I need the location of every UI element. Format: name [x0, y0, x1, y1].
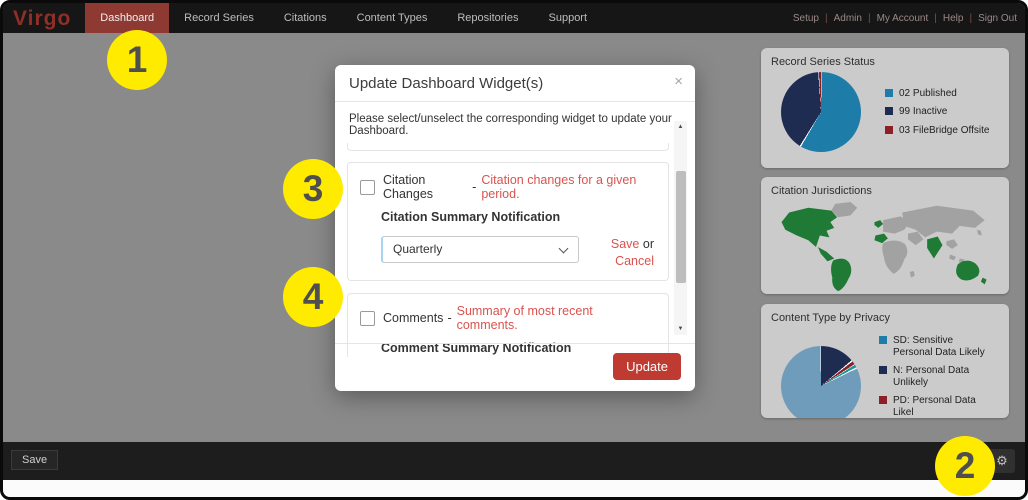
panel-title: Record Series Status — [771, 56, 999, 68]
update-dashboard-widgets-modal: Update Dashboard Widget(s) × Please sele… — [335, 65, 695, 391]
annotation-badge-2: 2 — [935, 436, 995, 496]
nav-item-label: Citations — [284, 12, 327, 24]
panel-citation-jurisdictions: Citation Jurisdictions — [761, 177, 1009, 294]
modal-footer: Update — [335, 343, 695, 391]
partial-widget-card-top — [347, 143, 669, 151]
legend-label: 99 Inactive — [899, 106, 947, 118]
modal-intro-text: Please select/unselect the corresponding… — [335, 102, 695, 143]
nav-item-label: Record Series — [184, 12, 254, 24]
content-type-privacy-pie-chart — [781, 346, 861, 418]
nav-item-label: Support — [549, 12, 588, 24]
legend-item: N: Personal Data Unlikely — [879, 365, 989, 388]
update-button[interactable]: Update — [613, 353, 681, 380]
link-separator: | — [969, 13, 972, 24]
legend-item: SD: Sensitive Personal Data Likely — [879, 335, 989, 358]
legend-label: PD: Personal Data Likel — [893, 395, 989, 418]
legend-item: PD: Personal Data Likel — [879, 395, 989, 418]
world-map-chart — [771, 201, 999, 293]
legend-swatch-n — [879, 366, 887, 374]
widget-name: Comments — [383, 311, 443, 325]
selected-option: Quarterly — [393, 242, 442, 256]
nav-item-label: Repositories — [457, 12, 518, 24]
link-my-account[interactable]: My Account — [877, 13, 929, 24]
legend-swatch-pd — [879, 396, 887, 404]
record-series-status-pie-chart — [781, 72, 861, 152]
nav-item-content-types[interactable]: Content Types — [342, 3, 443, 33]
close-icon[interactable]: × — [674, 73, 683, 90]
pie-legend: 02 Published 99 Inactive 03 FileBridge O… — [885, 81, 989, 144]
dash: - — [447, 311, 451, 325]
widget-description: Citation changes for a given period. — [481, 173, 656, 201]
legend-label: 02 Published — [899, 88, 957, 100]
link-help[interactable]: Help — [943, 13, 964, 24]
brand-logo: Virgo — [3, 5, 85, 31]
bottom-toolbar: Save ⚙ — [3, 442, 1025, 480]
annotation-badge-3: 3 — [283, 159, 343, 219]
legend-swatch-sd — [879, 336, 887, 344]
widget-scroll-area: Citation Changes - Citation changes for … — [347, 143, 669, 357]
nav-item-repositories[interactable]: Repositories — [442, 3, 533, 33]
legend-item: 99 Inactive — [885, 106, 989, 118]
annotation-badge-4: 4 — [283, 267, 343, 327]
link-admin[interactable]: Admin — [834, 13, 862, 24]
panel-record-series-status: Record Series Status 02 Published 99 Ina… — [761, 48, 1009, 168]
legend-label: SD: Sensitive Personal Data Likely — [893, 335, 989, 358]
legend-swatch-published — [885, 89, 893, 97]
legend-item: 03 FileBridge Offsite — [885, 125, 989, 137]
app-window: Virgo Dashboard Record Series Citations … — [0, 0, 1028, 500]
dash: - — [472, 180, 476, 194]
link-separator: | — [825, 13, 828, 24]
link-separator: | — [934, 13, 937, 24]
utility-links: Setup | Admin | My Account | Help | Sign… — [793, 3, 1017, 33]
comments-checkbox[interactable] — [360, 311, 375, 326]
modal-title: Update Dashboard Widget(s) — [349, 75, 543, 92]
scroll-down-icon[interactable]: ▼ — [674, 326, 687, 332]
nav-item-label: Dashboard — [100, 12, 154, 24]
widget-name: Citation Changes — [383, 173, 468, 201]
panel-title: Citation Jurisdictions — [771, 185, 999, 197]
modal-header: Update Dashboard Widget(s) × — [335, 65, 695, 102]
top-navbar: Virgo Dashboard Record Series Citations … — [3, 3, 1025, 33]
annotation-badge-1: 1 — [107, 30, 167, 90]
scroll-up-icon[interactable]: ▲ — [674, 124, 687, 130]
cancel-link[interactable]: Cancel — [615, 254, 654, 268]
scrollbar-thumb[interactable] — [676, 171, 686, 283]
nav-item-dashboard[interactable]: Dashboard — [85, 3, 169, 33]
save-link[interactable]: Save — [611, 237, 640, 251]
save-button[interactable]: Save — [11, 450, 58, 470]
nav-item-label: Content Types — [357, 12, 428, 24]
or-text: or — [643, 237, 654, 251]
chevron-down-icon — [559, 244, 569, 254]
link-sign-out[interactable]: Sign Out — [978, 13, 1017, 24]
bottom-strip — [3, 480, 1025, 497]
legend-label: 03 FileBridge Offsite — [899, 125, 989, 137]
link-setup[interactable]: Setup — [793, 13, 819, 24]
legend-swatch-inactive — [885, 107, 893, 115]
legend-item: 02 Published — [885, 88, 989, 100]
widget-description: Summary of most recent comments. — [457, 304, 656, 332]
link-separator: | — [868, 13, 871, 24]
notification-label: Citation Summary Notification — [381, 210, 656, 224]
nav-menu: Dashboard Record Series Citations Conten… — [85, 3, 602, 33]
legend-label: N: Personal Data Unlikely — [893, 365, 989, 388]
panel-title: Content Type by Privacy — [771, 312, 999, 324]
legend-swatch-filebridge — [885, 126, 893, 134]
citation-changes-checkbox[interactable] — [360, 180, 375, 195]
pie-legend: SD: Sensitive Personal Data Likely N: Pe… — [879, 328, 989, 418]
nav-item-citations[interactable]: Citations — [269, 3, 342, 33]
widget-card-citation-changes: Citation Changes - Citation changes for … — [347, 162, 669, 281]
nav-item-support[interactable]: Support — [534, 3, 603, 33]
nav-item-record-series[interactable]: Record Series — [169, 3, 269, 33]
panel-content-type-by-privacy: Content Type by Privacy SD: Sensitive Pe… — [761, 304, 1009, 418]
citation-notification-select[interactable]: Quarterly — [381, 236, 579, 263]
modal-scrollbar[interactable]: ▲ ▼ — [674, 121, 687, 335]
